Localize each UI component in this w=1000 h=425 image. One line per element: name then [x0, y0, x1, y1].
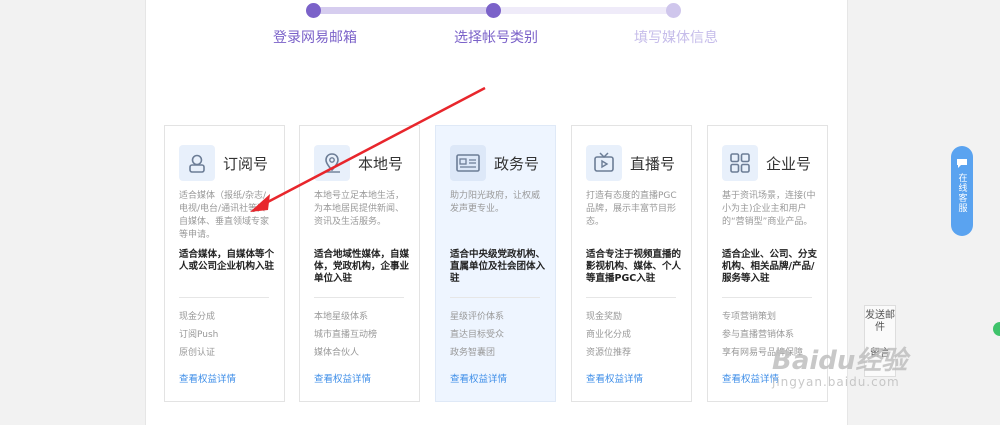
benefit-item: 城市直播互动榜	[314, 330, 378, 340]
benefit-item: 直达目标受众	[450, 330, 505, 340]
card-target: 适合企业、公司、分支机构、相关品牌/产品/服务等入驻	[722, 249, 818, 284]
tv-icon	[586, 145, 622, 181]
progress-track-pending	[494, 7, 674, 14]
view-benefits-link[interactable]: 查看权益详情	[450, 371, 507, 385]
card-header: 直播号	[586, 145, 675, 181]
online-customer-service-button[interactable]: 在线客服	[951, 146, 973, 236]
step-3-dot	[666, 3, 681, 18]
benefit-item: 媒体合伙人	[314, 348, 360, 358]
benefit-list: 本地星级体系 城市直播互动榜 媒体合伙人	[314, 308, 377, 362]
divider	[179, 297, 269, 298]
watermark-sub: jingyan.baidu.com	[772, 375, 900, 389]
step-3-label: 填写媒体信息	[634, 30, 718, 46]
benefit-item: 专项营销策划	[722, 312, 777, 322]
grid-icon	[722, 145, 758, 181]
divider	[450, 297, 540, 298]
progress-steps: 登录网易邮箱 选择帐号类别 填写媒体信息	[0, 0, 1000, 60]
benefit-item: 商业化分成	[586, 330, 632, 340]
watermark-main: Baidu经验	[772, 346, 908, 376]
baidu-watermark: Baidu经验 jingyan.baidu.com	[772, 340, 907, 389]
card-header: 企业号	[722, 145, 811, 181]
chat-icon	[957, 159, 967, 168]
benefit-item: 星级评价体系	[450, 312, 505, 322]
benefit-item: 原创认证	[179, 348, 216, 358]
floating-green-icon[interactable]	[993, 322, 1000, 336]
government-icon	[450, 145, 486, 181]
card-title: 本地号	[358, 154, 404, 173]
view-benefits-link[interactable]: 查看权益详情	[179, 371, 236, 385]
card-header: 本地号	[314, 145, 403, 181]
progress-track-done	[314, 7, 494, 14]
send-mail-label: 发送邮件	[865, 310, 895, 333]
divider	[314, 297, 404, 298]
step-1-dot	[306, 3, 321, 18]
location-icon	[314, 145, 350, 181]
benefit-item: 订阅Push	[179, 330, 219, 340]
card-header: 订阅号	[179, 145, 268, 181]
card-target: 适合专注于视频直播的影视机构、媒体、个人等直播PGC入驻	[586, 249, 682, 284]
divider	[722, 297, 812, 298]
card-local[interactable]: 本地号 本地号立足本地生活，为本地居民提供新闻、资讯及生活服务。 适合地域性媒体…	[299, 125, 420, 402]
benefit-list: 现金奖励 商业化分成 资源位推荐	[586, 308, 631, 362]
benefit-item: 政务智囊团	[450, 348, 496, 358]
subscriber-icon	[179, 145, 215, 181]
card-target: 适合媒体，自媒体等个人或公司企业机构入驻	[179, 249, 275, 272]
card-title: 直播号	[630, 154, 676, 173]
benefit-item: 本地星级体系	[314, 312, 369, 322]
step-2-dot	[486, 3, 501, 18]
card-header: 政务号	[450, 145, 539, 181]
customer-service-label: 在线客服	[956, 173, 967, 213]
benefit-item: 现金分成	[179, 312, 216, 322]
divider	[586, 297, 676, 298]
view-benefits-link[interactable]: 查看权益详情	[314, 371, 371, 385]
card-description: 适合媒体（报纸/杂志/电视/电台/通讯社等）、自媒体、垂直领域专家等申请。	[179, 191, 271, 240]
card-description: 基于资讯场景，连接(中小为主)企业主和用户的“营销型”商业产品。	[722, 191, 816, 227]
view-benefits-link[interactable]: 查看权益详情	[722, 371, 779, 385]
card-title: 订阅号	[223, 154, 269, 173]
step-1-label: 登录网易邮箱	[273, 30, 357, 46]
benefit-item: 现金奖励	[586, 312, 623, 322]
card-description: 助力阳光政府，让权威发声更专业。	[450, 191, 541, 214]
card-title: 企业号	[766, 154, 812, 173]
view-benefits-link[interactable]: 查看权益详情	[586, 371, 643, 385]
card-live[interactable]: 直播号 打造有态度的直播PGC品牌，展示丰富节目形态。 适合专注于视频直播的影视…	[571, 125, 692, 402]
benefit-item: 资源位推荐	[586, 348, 632, 358]
card-target: 适合地域性媒体，自媒体，党政机构，企事业单位入驻	[314, 249, 410, 284]
card-government[interactable]: 政务号 助力阳光政府，让权威发声更专业。 适合中央级党政机构、直属单位及社会团体…	[435, 125, 556, 402]
card-subscription[interactable]: 订阅号 适合媒体（报纸/杂志/电视/电台/通讯社等）、自媒体、垂直领域专家等申请…	[164, 125, 285, 402]
benefit-list: 星级评价体系 直达目标受众 政务智囊团	[450, 308, 504, 362]
card-target: 适合中央级党政机构、直属单位及社会团体入驻	[450, 249, 546, 284]
card-description: 本地号立足本地生活，为本地居民提供新闻、资讯及生活服务。	[314, 191, 405, 227]
benefit-list: 现金分成 订阅Push 原创认证	[179, 308, 218, 362]
step-2-label: 选择帐号类别	[454, 30, 538, 46]
card-description: 打造有态度的直播PGC品牌，展示丰富节目形态。	[586, 191, 677, 227]
card-title: 政务号	[494, 154, 540, 173]
